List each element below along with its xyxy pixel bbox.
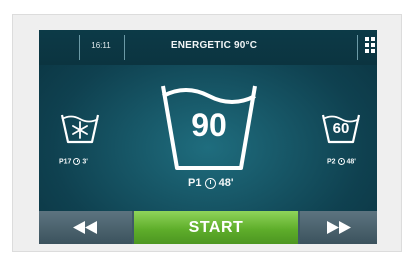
center-temperature: 90: [191, 107, 227, 143]
rewind-icon: [73, 221, 97, 234]
previous-program-button[interactable]: [39, 211, 132, 244]
divider: [357, 35, 358, 60]
grid-menu-icon[interactable]: [365, 37, 377, 57]
timer-icon: [73, 158, 81, 165]
divider: [124, 35, 125, 60]
timer-icon: [204, 177, 216, 189]
program-left-info: P17 3': [59, 158, 88, 165]
washer-display: 16:11 ENERGETIC 90°C P17 3' 90 P1 48' 60…: [39, 30, 377, 244]
program-left-duration: 3': [82, 158, 88, 166]
right-temperature: 60: [332, 120, 350, 137]
top-bar: 16:11 ENERGETIC 90°C: [39, 30, 377, 65]
program-title: ENERGETIC 90°C: [170, 40, 258, 51]
start-button[interactable]: START: [134, 211, 298, 244]
program-center-label: P1: [188, 177, 202, 189]
fast-forward-icon: [327, 221, 351, 234]
program-right-label: P2: [327, 158, 336, 166]
program-right-info: P2 48': [327, 158, 356, 165]
snowflake-tub-icon: [60, 114, 100, 144]
program-center-info: P1 48': [188, 177, 233, 189]
divider: [79, 35, 80, 60]
program-center-button[interactable]: 90: [159, 78, 259, 174]
program-left-button[interactable]: [60, 111, 100, 145]
program-right-button[interactable]: 60: [321, 111, 361, 145]
next-program-button[interactable]: [300, 211, 377, 244]
program-left-label: P17: [59, 158, 72, 166]
program-center-duration: 48': [218, 177, 234, 189]
timer-icon: [337, 158, 345, 165]
clock-time: 16:11: [91, 41, 111, 50]
program-right-duration: 48': [346, 158, 356, 166]
